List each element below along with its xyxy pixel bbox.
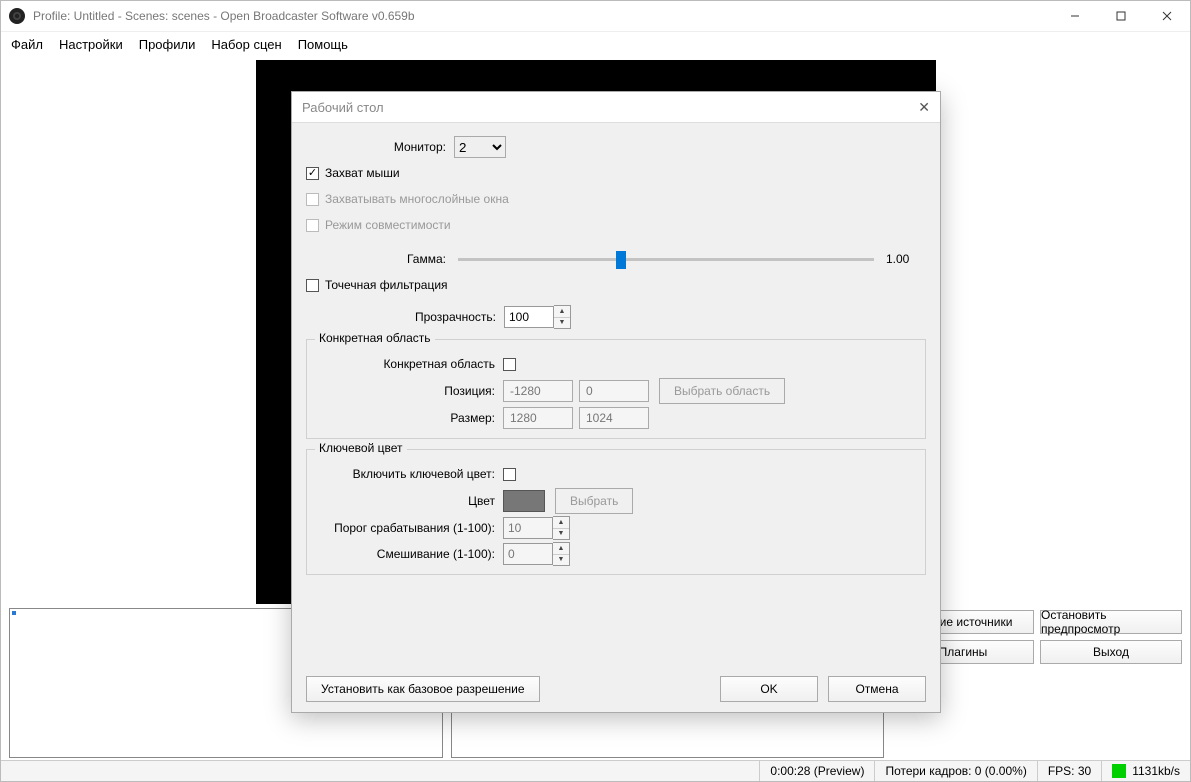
menu-settings[interactable]: Настройки <box>59 37 123 52</box>
capture-layered-checkbox <box>306 193 319 206</box>
threshold-spinner: ▲▼ <box>553 516 570 540</box>
chroma-enable-label: Включить ключевой цвет: <box>317 467 503 481</box>
stop-preview-button[interactable]: Остановить предпросмотр <box>1040 610 1182 634</box>
set-base-resolution-button[interactable]: Установить как базовое разрешение <box>306 676 540 702</box>
region-enable-checkbox[interactable] <box>503 358 516 371</box>
pos-x-input: -1280 <box>503 380 573 402</box>
position-label: Позиция: <box>317 384 503 398</box>
capture-layered-label: Захватывать многослойные окна <box>325 192 509 206</box>
monitor-label: Монитор: <box>306 140 454 154</box>
pos-y-input: 0 <box>579 380 649 402</box>
size-label: Размер: <box>317 411 503 425</box>
menubar: Файл Настройки Профили Набор сцен Помощь <box>1 32 1190 56</box>
gamma-label: Гамма: <box>306 252 454 266</box>
dialog-title: Рабочий стол <box>302 100 384 115</box>
statusbar: 0:00:28 (Preview) Потери кадров: 0 (0.00… <box>1 760 1190 781</box>
monitor-select[interactable]: 2 <box>454 136 506 158</box>
opacity-input[interactable]: 100 <box>504 306 554 328</box>
threshold-input: 10 <box>503 517 553 539</box>
blend-label: Смешивание (1-100): <box>317 547 503 561</box>
chroma-legend: Ключевой цвет <box>315 441 407 455</box>
color-label: Цвет <box>317 494 503 508</box>
size-h-input: 1024 <box>579 407 649 429</box>
menu-profiles[interactable]: Профили <box>139 37 196 52</box>
window-title: Profile: Untitled - Scenes: scenes - Ope… <box>33 9 415 23</box>
capture-mouse-label: Захват мыши <box>325 166 400 180</box>
point-filter-label: Точечная фильтрация <box>325 278 448 292</box>
status-bitrate: 1131kb/s <box>1101 761 1190 781</box>
opacity-label: Прозрачность: <box>306 310 504 324</box>
menu-help[interactable]: Помощь <box>298 37 348 52</box>
titlebar: Profile: Untitled - Scenes: scenes - Ope… <box>1 1 1190 32</box>
ok-button[interactable]: OK <box>720 676 818 702</box>
gamma-slider-thumb[interactable] <box>616 251 626 269</box>
size-w-input: 1280 <box>503 407 573 429</box>
maximize-button[interactable] <box>1098 1 1144 31</box>
chroma-group: Ключевой цвет Включить ключевой цвет: Цв… <box>306 449 926 575</box>
opacity-spinner[interactable]: ▲▼ <box>554 305 571 329</box>
dialog-titlebar: Рабочий стол ✕ <box>292 92 940 123</box>
chroma-enable-checkbox[interactable] <box>503 468 516 481</box>
menu-scenesets[interactable]: Набор сцен <box>211 37 281 52</box>
gamma-slider[interactable] <box>458 258 874 261</box>
region-legend: Конкретная область <box>315 331 435 345</box>
gamma-value: 1.00 <box>886 252 926 266</box>
dialog-close-icon[interactable]: ✕ <box>918 99 930 116</box>
compat-mode-checkbox <box>306 219 319 232</box>
minimize-button[interactable] <box>1052 1 1098 31</box>
color-swatch <box>503 490 545 512</box>
blend-spinner: ▲▼ <box>553 542 570 566</box>
main-window: Profile: Untitled - Scenes: scenes - Ope… <box>0 0 1191 782</box>
app-icon <box>9 8 25 24</box>
compat-mode-label: Режим совместимости <box>325 218 451 232</box>
blend-input: 0 <box>503 543 553 565</box>
region-enable-label: Конкретная область <box>317 357 503 371</box>
capture-mouse-checkbox[interactable] <box>306 167 319 180</box>
source-properties-dialog: Рабочий стол ✕ Монитор: 2 Захват мыши За… <box>291 91 941 713</box>
dialog-footer: Установить как базовое разрешение OK Отм… <box>292 666 940 712</box>
point-filter-checkbox[interactable] <box>306 279 319 292</box>
cancel-button[interactable]: Отмена <box>828 676 926 702</box>
region-group: Конкретная область Конкретная область По… <box>306 339 926 439</box>
bitrate-led-icon <box>1112 764 1126 778</box>
status-dropped: Потери кадров: 0 (0.00%) <box>874 761 1036 781</box>
status-fps: FPS: 30 <box>1037 761 1101 781</box>
menu-file[interactable]: Файл <box>11 37 43 52</box>
select-region-button: Выбрать область <box>659 378 785 404</box>
choose-color-button: Выбрать <box>555 488 633 514</box>
status-time: 0:00:28 (Preview) <box>759 761 874 781</box>
close-button[interactable] <box>1144 1 1190 31</box>
threshold-label: Порог срабатывания (1-100): <box>317 521 503 535</box>
exit-button[interactable]: Выход <box>1040 640 1182 664</box>
